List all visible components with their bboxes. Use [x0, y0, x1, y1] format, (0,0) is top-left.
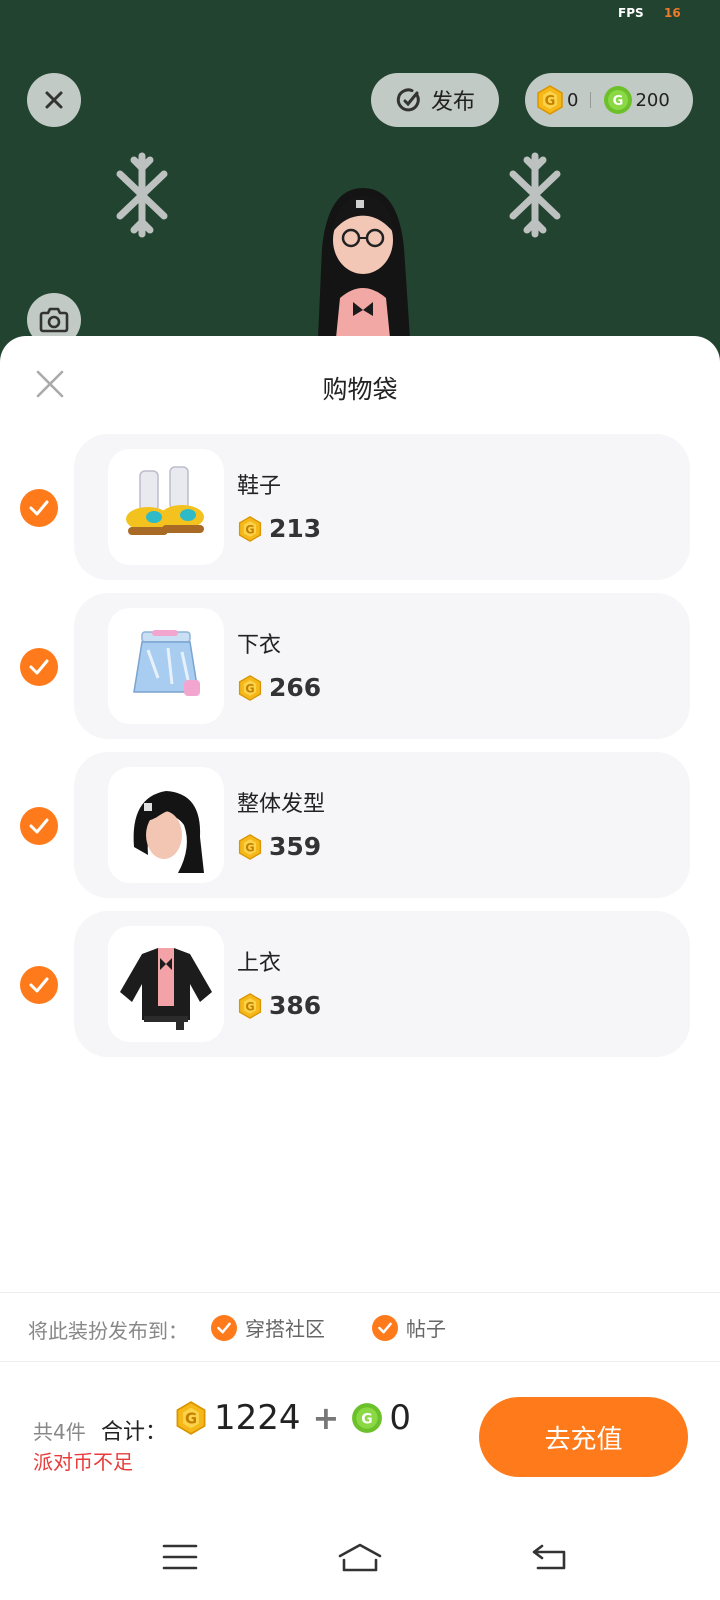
party-coin-icon: G	[238, 833, 262, 860]
svg-text:G: G	[245, 1000, 254, 1013]
publish-to-label: 将此装扮发布到：	[28, 1319, 188, 1343]
cart-item: 下衣 G 266	[0, 593, 720, 739]
item-price-value: 213	[269, 514, 322, 543]
cart-item-card[interactable]: 整体发型 G 359	[74, 752, 690, 898]
publish-button[interactable]: 发布	[371, 73, 499, 127]
cart-item: 鞋子 G 213	[0, 434, 720, 580]
pill-divider	[590, 92, 592, 108]
system-nav-bar	[0, 1520, 720, 1600]
skirt-icon	[133, 630, 200, 696]
publish-to-bar: 将此装扮发布到： 穿搭社区 帖子	[0, 1292, 720, 1362]
jacket-icon	[120, 948, 212, 1030]
camera-icon	[39, 307, 69, 333]
publish-option-community[interactable]: 穿搭社区	[211, 1313, 325, 1342]
green-coin-amount: 200	[635, 89, 670, 111]
item-name: 下衣	[237, 633, 282, 658]
green-coin-icon: G	[604, 86, 633, 114]
item-checkbox[interactable]	[20, 489, 58, 527]
svg-text:G: G	[185, 1411, 197, 1428]
item-thumbnail	[108, 767, 224, 883]
insufficient-funds-warning: 派对币不足	[33, 1450, 133, 1474]
svg-text:G: G	[545, 94, 556, 109]
item-thumbnail	[108, 608, 224, 724]
option-label: 穿搭社区	[245, 1317, 325, 1341]
item-thumbnail	[108, 926, 224, 1042]
party-coin-amount: 0	[567, 89, 579, 111]
svg-text:G: G	[245, 682, 254, 695]
green-total: 0	[389, 1398, 411, 1438]
item-name: 鞋子	[237, 474, 282, 499]
total-label: 合计：	[101, 1420, 168, 1445]
menu-icon[interactable]	[162, 1542, 198, 1572]
item-count: 共4件	[33, 1420, 86, 1444]
home-icon[interactable]	[336, 1542, 384, 1574]
party-coin-icon: G	[537, 85, 563, 115]
green-coin-icon: G	[352, 1403, 383, 1433]
party-coin-icon: G	[176, 1401, 206, 1435]
back-icon[interactable]	[530, 1542, 570, 1572]
sheet-title: 购物袋	[322, 375, 398, 404]
item-price-value: 266	[269, 673, 322, 702]
cart-item-card[interactable]: 下衣 G 266	[74, 593, 690, 739]
svg-text:G: G	[362, 1411, 373, 1427]
plus-sign: +	[312, 1399, 340, 1437]
party-coin-icon: G	[238, 515, 262, 542]
item-name: 上衣	[237, 951, 282, 976]
close-icon	[45, 91, 63, 109]
svg-text:G: G	[245, 523, 254, 536]
item-thumbnail	[108, 449, 224, 565]
fps-value: 16	[664, 6, 681, 20]
item-name: 整体发型	[237, 792, 326, 817]
item-price: G 266	[237, 673, 321, 702]
hairstyle-icon	[133, 791, 204, 873]
fps-label: FPS	[618, 6, 644, 20]
item-checkbox[interactable]	[20, 648, 58, 686]
checkmark-icon	[217, 1322, 231, 1333]
cart-item: 整体发型 G 359	[0, 752, 720, 898]
avatar-character	[318, 188, 410, 338]
snowflake-decoration-icon	[509, 152, 561, 238]
item-checkbox[interactable]	[20, 807, 58, 845]
item-price: G 213	[237, 514, 321, 543]
item-price: G 386	[237, 991, 321, 1020]
shoes-icon	[126, 466, 204, 535]
cart-item: 上衣 G 386	[0, 911, 720, 1057]
publish-label: 发布	[430, 90, 475, 115]
item-price: G 359	[237, 832, 321, 861]
item-price-value: 359	[269, 832, 322, 861]
cart-item-card[interactable]: 鞋子 G 213	[74, 434, 690, 580]
publish-icon	[396, 88, 420, 112]
close-scene-button[interactable]	[27, 73, 81, 127]
total-amount: G 1224 + G 0	[174, 1398, 411, 1438]
option-checkbox	[372, 1314, 398, 1341]
gold-total: 1224	[214, 1398, 301, 1438]
svg-text:G: G	[245, 841, 254, 854]
option-label: 帖子	[406, 1317, 446, 1341]
snowflake-decoration-icon	[116, 152, 168, 238]
publish-option-post[interactable]: 帖子	[372, 1313, 446, 1342]
currency-balance[interactable]: G 0 G 200	[525, 73, 693, 127]
checkmark-icon	[378, 1322, 392, 1333]
option-checkbox	[211, 1314, 237, 1341]
recharge-button[interactable]: 去充值	[479, 1397, 688, 1477]
party-coin-icon: G	[238, 674, 262, 701]
party-coin-icon: G	[238, 992, 262, 1019]
checkmark-icon	[29, 659, 49, 675]
svg-text:G: G	[613, 94, 624, 109]
checkmark-icon	[29, 818, 49, 834]
item-checkbox[interactable]	[20, 966, 58, 1004]
checkmark-icon	[29, 500, 49, 516]
checkmark-icon	[29, 977, 49, 993]
item-price-value: 386	[269, 991, 322, 1020]
cart-item-card[interactable]: 上衣 G 386	[74, 911, 690, 1057]
avatar-scene: FPS 16 发布 G 0 G 200	[0, 0, 720, 360]
